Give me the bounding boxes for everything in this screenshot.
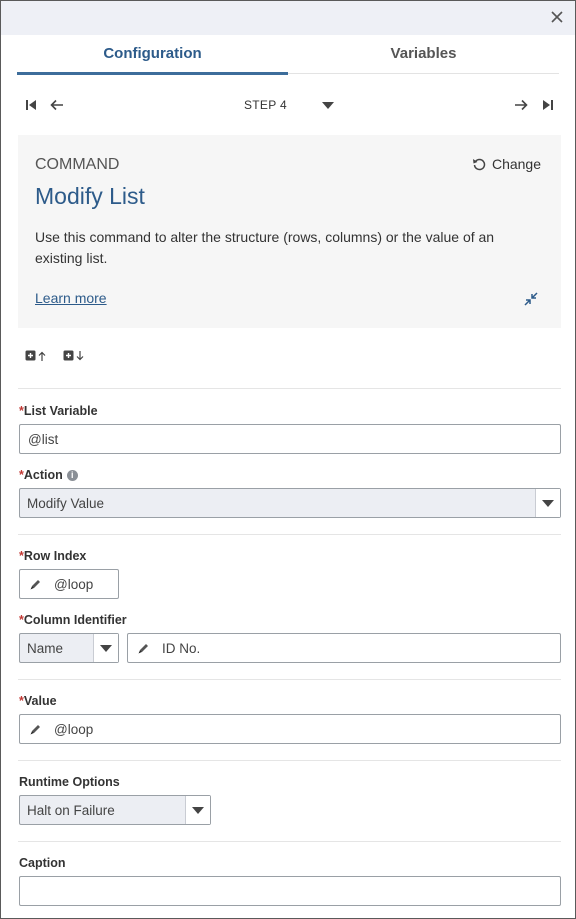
caret-down-icon — [192, 806, 204, 814]
column-identifier-value: ID No. — [162, 640, 201, 656]
action-label: *Action i — [19, 468, 78, 482]
runtime-options-value: Halt on Failure — [27, 802, 115, 818]
add-below-icon — [63, 350, 84, 361]
close-button[interactable] — [547, 7, 567, 27]
last-step-button[interactable] — [538, 96, 558, 114]
pencil-icon — [28, 577, 42, 591]
caret-down-icon — [542, 499, 554, 507]
pencil-icon — [136, 641, 150, 655]
dropdown-caret — [93, 634, 118, 662]
command-panel: Configuration Variables STEP 4 COMMAND C… — [0, 0, 576, 919]
panel-topbar — [1, 1, 575, 35]
collapse-icon — [524, 292, 538, 306]
runtime-options-label: Runtime Options — [19, 775, 120, 789]
step-navigator: STEP 4 — [1, 74, 575, 134]
divider — [18, 534, 561, 535]
step-label: STEP 4 — [244, 98, 287, 112]
dropdown-caret — [185, 796, 210, 824]
action-select[interactable]: Modify Value — [19, 488, 561, 518]
learn-more-link[interactable]: Learn more — [35, 290, 107, 306]
list-variable-label: *List Variable — [19, 404, 98, 418]
change-command-button[interactable]: Change — [472, 156, 541, 172]
list-variable-input[interactable]: @list — [19, 424, 561, 454]
action-select-value: Modify Value — [27, 495, 105, 511]
caption-label: Caption — [19, 856, 66, 870]
insert-step-above-button[interactable] — [25, 350, 47, 362]
skip-last-icon — [543, 100, 553, 110]
tab-bar: Configuration Variables — [17, 35, 559, 75]
first-step-button[interactable] — [21, 96, 41, 114]
insert-step-toolbar — [25, 350, 85, 362]
close-icon — [551, 11, 563, 23]
command-description: Use this command to alter the structure … — [35, 229, 495, 266]
insert-step-below-button[interactable] — [63, 350, 85, 362]
column-identifier-label: *Column Identifier — [19, 613, 127, 627]
runtime-options-select[interactable]: Halt on Failure — [19, 795, 211, 825]
command-eyebrow: COMMAND — [35, 156, 120, 173]
step-dropdown-button[interactable] — [319, 98, 337, 112]
value-input[interactable]: @loop — [19, 714, 561, 744]
undo-icon — [472, 158, 486, 171]
info-icon[interactable]: i — [66, 470, 78, 481]
dropdown-caret — [535, 489, 560, 517]
arrow-left-icon — [50, 99, 63, 111]
column-identifier-type-value: Name — [27, 640, 64, 656]
add-above-icon — [25, 350, 46, 361]
command-title: Modify List — [35, 183, 145, 209]
value-field-value: @loop — [54, 721, 94, 737]
column-identifier-type-select[interactable]: Name — [19, 633, 119, 663]
pencil-icon — [28, 722, 42, 736]
divider — [18, 760, 561, 761]
divider — [18, 679, 561, 680]
value-label: *Value — [19, 694, 57, 708]
row-index-value: @loop — [54, 576, 94, 592]
change-command-label: Change — [491, 156, 541, 172]
column-identifier-input[interactable]: ID No. — [127, 633, 561, 663]
row-index-label: *Row Index — [19, 549, 87, 563]
row-index-input[interactable]: @loop — [19, 569, 119, 599]
caret-down-icon — [322, 101, 334, 109]
divider — [18, 388, 561, 389]
tab-variables[interactable]: Variables — [288, 35, 559, 73]
divider — [18, 841, 561, 842]
caret-down-icon — [100, 644, 112, 652]
collapse-card-button[interactable] — [523, 291, 539, 307]
previous-step-button[interactable] — [47, 96, 67, 114]
list-variable-value: @list — [28, 431, 59, 447]
arrow-right-icon — [515, 99, 528, 111]
next-step-button[interactable] — [511, 96, 531, 114]
tab-configuration[interactable]: Configuration — [17, 35, 288, 75]
skip-first-icon — [26, 100, 36, 110]
command-card: COMMAND Change Modify List Use this comm… — [18, 135, 561, 328]
caption-input[interactable] — [19, 876, 561, 906]
